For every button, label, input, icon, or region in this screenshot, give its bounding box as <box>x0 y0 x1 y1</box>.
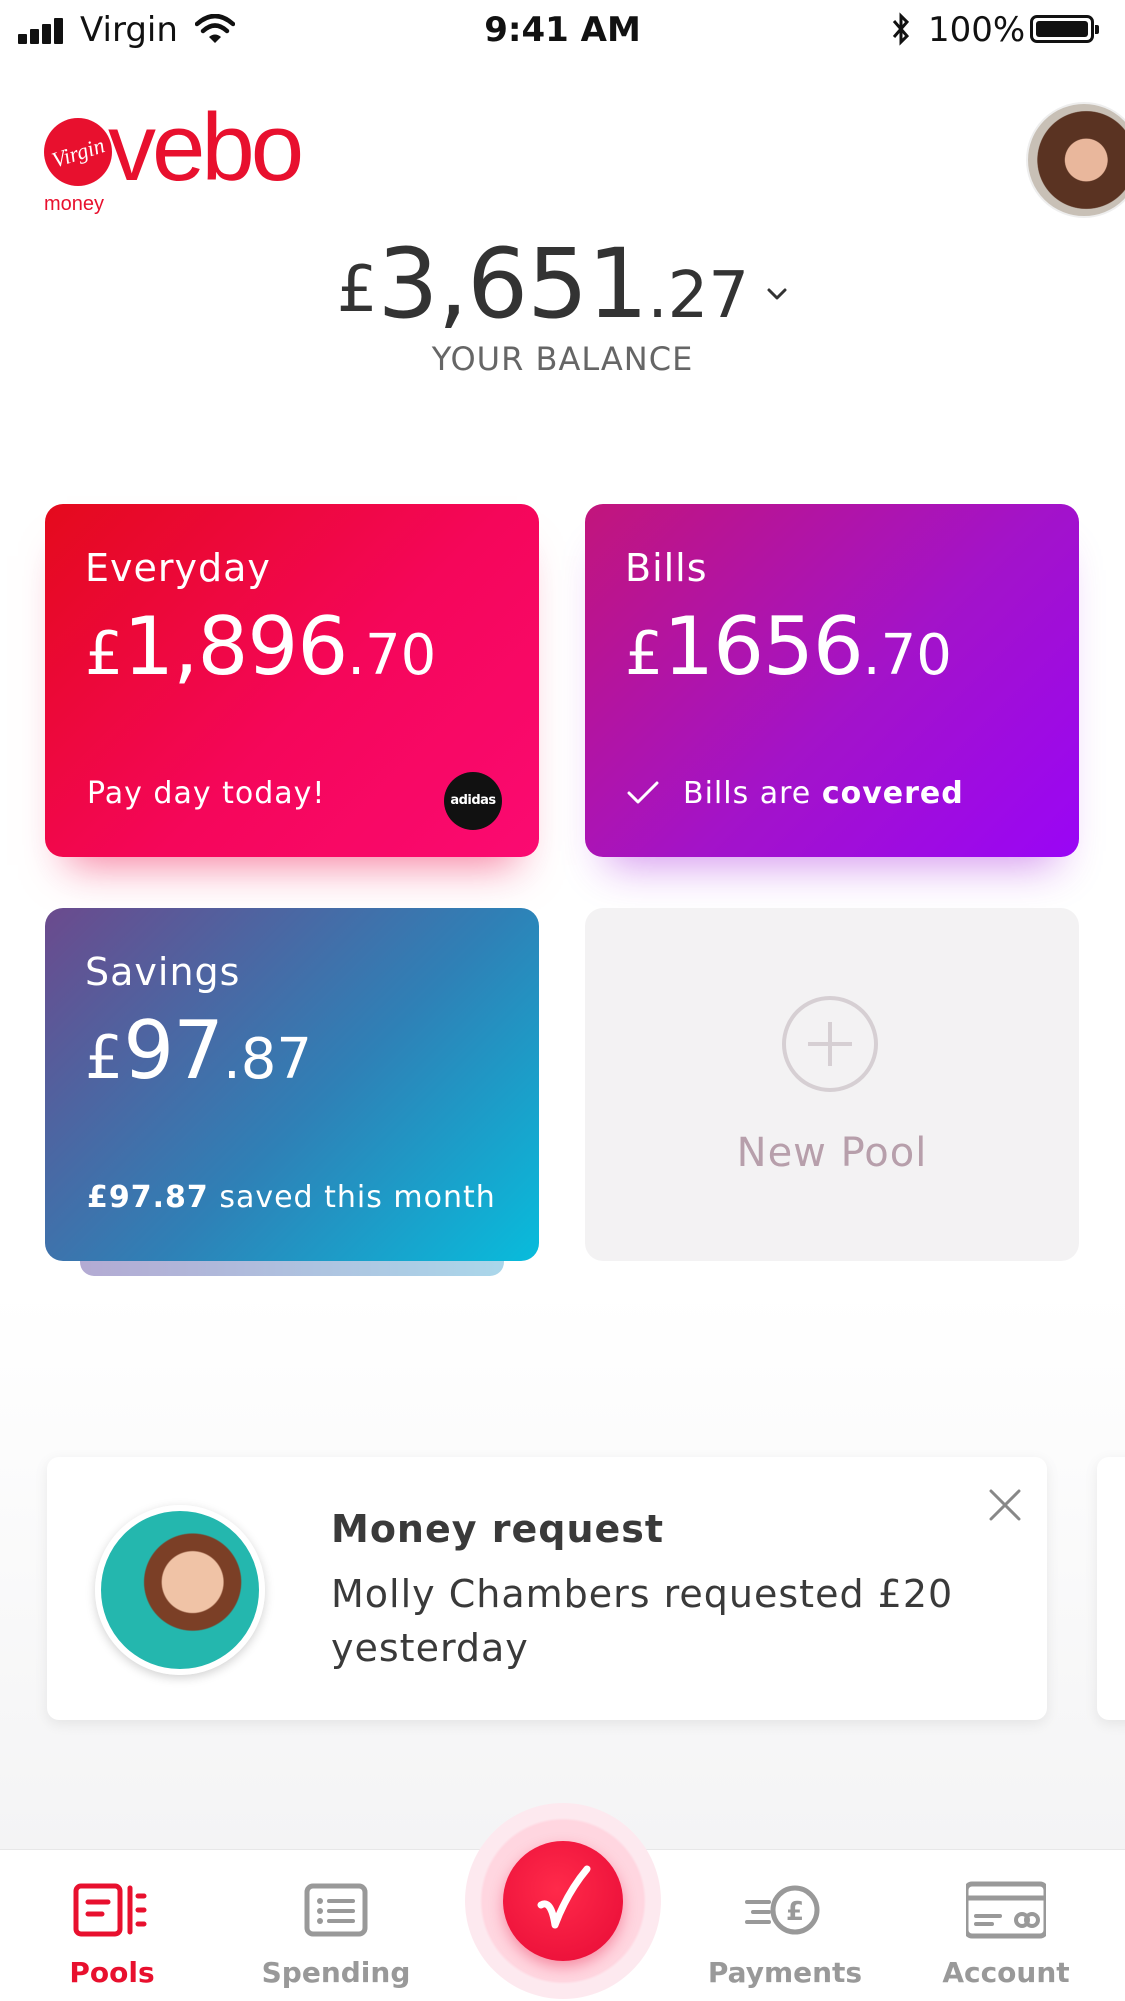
tab-label: Pools <box>69 1956 155 1989</box>
pool-amount-main: 97 <box>123 1004 224 1097</box>
savings-footer-text: saved this month <box>208 1180 496 1215</box>
money-request-card[interactable]: Money request Molly Chambers requested £… <box>47 1457 1047 1720</box>
request-title: Money request <box>331 1507 665 1551</box>
pool-amount: £97.87 <box>85 1004 312 1097</box>
tab-account[interactable]: Account <box>906 1850 1106 2001</box>
new-pool-label: New Pool <box>736 1130 928 1176</box>
pool-footer: £97.87 saved this month <box>87 1180 496 1215</box>
bills-status-bold: covered <box>821 776 964 811</box>
checkmark-icon <box>627 781 659 804</box>
balance-main: 3,651 <box>377 228 649 340</box>
requester-avatar <box>95 1505 265 1675</box>
pool-title: Bills <box>625 546 708 590</box>
new-pool-button[interactable]: New Pool <box>585 908 1079 1261</box>
plus-circle-icon <box>782 996 878 1092</box>
request-body: Molly Chambers requested £20 yesterday <box>331 1572 954 1670</box>
savings-amount-bold: £97.87 <box>87 1180 209 1215</box>
tab-label: Account <box>942 1956 1070 1989</box>
bills-status-text: Bills are <box>683 776 812 811</box>
pool-currency: £ <box>85 1023 124 1093</box>
battery-percent: 100% <box>928 10 1026 50</box>
pool-currency: £ <box>85 619 124 689</box>
pool-footer: Pay day today! <box>87 776 326 811</box>
balance-pence: .27 <box>647 259 750 333</box>
svg-text:vebo: vebo <box>108 96 301 201</box>
close-icon[interactable] <box>987 1487 1023 1523</box>
pool-amount-pence: .87 <box>222 1027 313 1092</box>
pool-card-everyday[interactable]: Everyday £1,896.70 Pay day today! adidas <box>45 504 539 857</box>
profile-avatar[interactable] <box>1026 102 1125 218</box>
tab-payments[interactable]: £ Payments <box>685 1850 885 2001</box>
pool-currency: £ <box>625 619 664 689</box>
tab-spending[interactable]: Spending <box>236 1850 436 2001</box>
chevron-down-icon[interactable] <box>766 283 788 305</box>
battery-icon <box>1030 15 1099 43</box>
balance-currency: £ <box>336 253 378 327</box>
pool-amount: £1656.70 <box>625 600 952 693</box>
balance-label: YOUR BALANCE <box>431 340 694 378</box>
pool-amount-main: 1,896 <box>123 600 348 693</box>
tab-label: Spending <box>261 1956 411 1989</box>
pool-title: Savings <box>85 950 241 994</box>
pool-amount-pence: .70 <box>862 623 952 688</box>
pool-amount-pence: .70 <box>347 623 437 688</box>
vebo-check-icon <box>537 1865 591 1929</box>
pools-icon <box>73 1883 147 1937</box>
pool-footer: Bills are covered <box>627 776 964 811</box>
pool-card-savings[interactable]: Savings £97.87 £97.87 saved this month <box>45 908 539 1261</box>
payments-icon: £ <box>745 1885 820 1935</box>
pool-amount-main: 1656 <box>663 600 864 693</box>
next-notification-card[interactable] <box>1097 1457 1125 1720</box>
status-bar: Virgin 9:41 AM 100% <box>0 0 1125 60</box>
tab-label: Payments <box>707 1956 863 1989</box>
list-icon <box>304 1883 368 1937</box>
pool-title: Everyday <box>85 546 271 590</box>
pool-card-bills[interactable]: Bills £1656.70 Bills are covered <box>585 504 1079 857</box>
center-action-button[interactable] <box>503 1841 623 1961</box>
pool-amount: £1,896.70 <box>85 600 436 693</box>
bluetooth-icon <box>892 12 910 46</box>
card-icon <box>966 1881 1046 1939</box>
svg-text:£: £ <box>786 1897 804 1927</box>
merchant-logo-badge: adidas <box>444 772 502 830</box>
balance-amount[interactable]: £3,651.27 <box>0 228 1125 340</box>
svg-text:money: money <box>44 193 104 215</box>
tab-pools[interactable]: Pools <box>12 1850 212 2001</box>
vebo-logo: Virgin vebo money <box>44 96 305 215</box>
